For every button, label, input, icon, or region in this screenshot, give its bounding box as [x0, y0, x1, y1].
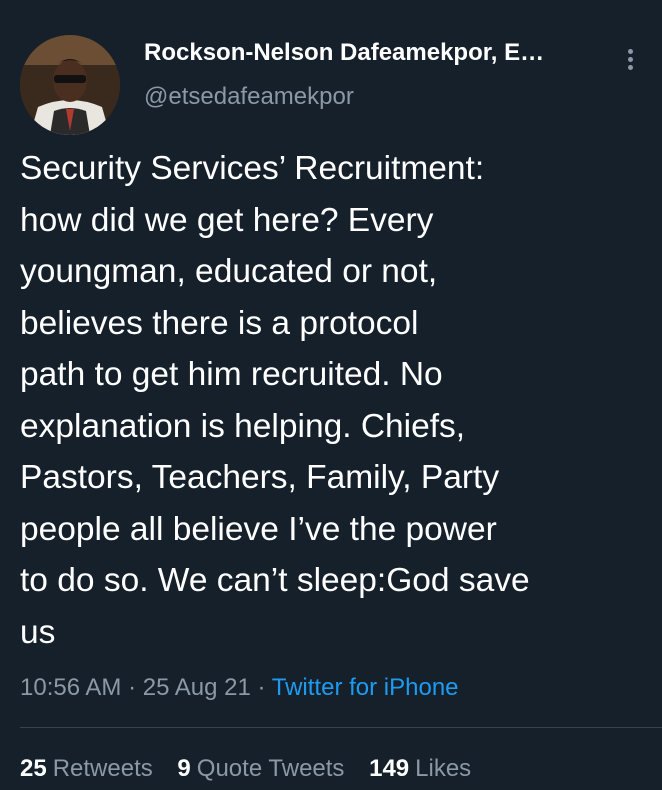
retweets-label: Retweets [52, 755, 153, 782]
likes-stat[interactable]: 149 Likes [369, 752, 471, 786]
likes-count: 149 [369, 755, 410, 782]
quote-tweets-stat[interactable]: 9 Quote Tweets [177, 752, 344, 786]
meta-separator: · [257, 674, 266, 701]
author-names: Rockson-Nelson Dafeamekpor, E… @etsedafe… [144, 38, 604, 112]
quote-tweets-count: 9 [177, 755, 191, 782]
tweet-text: Security Services’ Recruitment: how did … [20, 150, 530, 651]
likes-label: Likes [415, 755, 472, 782]
retweets-stat[interactable]: 25 Retweets [20, 752, 153, 786]
more-vertical-icon[interactable] [620, 46, 640, 76]
quote-tweets-label: Quote Tweets [196, 755, 345, 782]
display-name[interactable]: Rockson-Nelson Dafeamekpor, E… [144, 38, 594, 68]
tweet-meta: 10:56 AM · 25 Aug 21 · Twitter for iPhon… [20, 672, 459, 704]
tweet-time[interactable]: 10:56 AM [20, 674, 121, 701]
tweet-source-link[interactable]: Twitter for iPhone [272, 674, 459, 701]
user-handle[interactable]: @etsedafeamekpor [144, 82, 604, 112]
tweet-header: Rockson-Nelson Dafeamekpor, E… @etsedafe… [20, 24, 642, 135]
avatar[interactable] [20, 35, 120, 135]
meta-separator: · [128, 674, 137, 701]
divider [20, 727, 662, 728]
tweet-stats: 25 Retweets 9 Quote Tweets 149 Likes [20, 752, 489, 786]
avatar-photo-icon [20, 35, 120, 135]
retweets-count: 25 [20, 755, 47, 782]
tweet-date[interactable]: 25 Aug 21 [143, 674, 251, 701]
